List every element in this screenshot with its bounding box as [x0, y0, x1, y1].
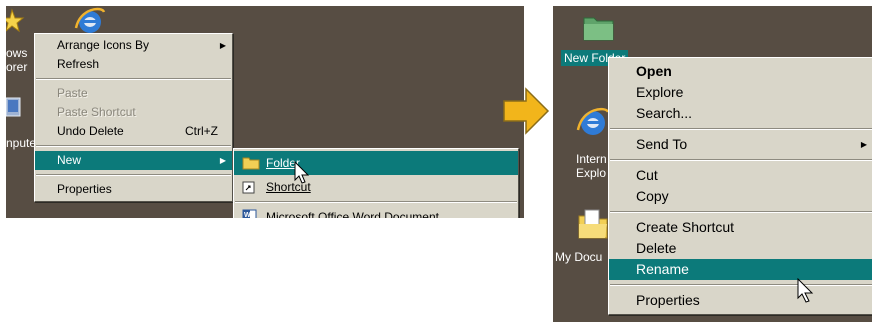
menu-item-folder[interactable]: Folder: [234, 151, 518, 175]
desktop-context-menu: Arrange Icons By ▶ Refresh Paste Paste S…: [34, 33, 233, 202]
menu-item-delete[interactable]: Delete: [609, 238, 872, 259]
menu-item-cut[interactable]: Cut: [609, 165, 872, 186]
folder-icon[interactable]: [582, 10, 616, 44]
word-document-icon: W: [242, 209, 257, 218]
internet-explorer-icon[interactable]: [72, 6, 108, 36]
menu-separator: [610, 284, 872, 286]
menu-item-paste-shortcut: Paste Shortcut: [57, 105, 136, 119]
menu-item-copy[interactable]: Copy: [609, 186, 872, 207]
menu-item-create-shortcut[interactable]: Create Shortcut: [609, 217, 872, 238]
menu-item-undo-delete[interactable]: Undo Delete Ctrl+Z: [35, 122, 232, 141]
star-icon[interactable]: [6, 8, 26, 34]
menu-item-explore[interactable]: Explore: [609, 82, 872, 103]
menu-item-properties[interactable]: Properties: [609, 290, 872, 311]
menu-item-search[interactable]: Search...: [609, 103, 872, 124]
menu-item-open[interactable]: Open: [609, 61, 872, 82]
shortcut-key: Ctrl+Z: [185, 124, 218, 138]
desktop-icon-label: ows: [6, 46, 28, 60]
menu-separator: [36, 145, 231, 147]
menu-item-new[interactable]: New ▶: [35, 151, 232, 170]
menu-separator: [36, 174, 231, 176]
menu-separator: [235, 201, 517, 203]
menu-item-word-document[interactable]: W Microsoft Office Word Document: [234, 205, 518, 218]
menu-separator: [610, 211, 872, 213]
menu-separator: [610, 128, 872, 130]
folder-icon: [242, 157, 260, 170]
mouse-cursor-icon: [797, 278, 814, 303]
desktop-icon-label: orer: [6, 60, 28, 74]
menu-separator: [36, 78, 231, 80]
shortcut-icon: [242, 181, 255, 194]
mouse-cursor-icon: [294, 161, 310, 184]
menu-item-refresh[interactable]: Refresh: [35, 55, 232, 74]
submenu-arrow-icon: ▶: [219, 41, 226, 50]
internet-explorer-icon[interactable]: [575, 104, 611, 140]
ie-label: Explo: [576, 166, 607, 180]
folder-context-menu: Open Explore Search... Send To ▶ Cut Cop…: [608, 57, 872, 315]
my-documents-label: My Docu: [555, 250, 603, 264]
menu-item-paste: Paste: [57, 86, 88, 100]
menu-item-shortcut[interactable]: Shortcut: [234, 175, 518, 199]
submenu-arrow-icon: ▶: [219, 156, 226, 165]
right-desktop: New Folder Intern Explo My Docu Open Exp…: [553, 6, 872, 322]
menu-item-properties[interactable]: Properties: [35, 180, 232, 199]
arrow-right-icon: [503, 87, 550, 135]
menu-item-send-to[interactable]: Send To ▶: [609, 134, 872, 155]
menu-item-rename[interactable]: Rename: [609, 259, 872, 280]
submenu-arrow-icon: ▶: [860, 140, 867, 149]
menu-separator: [610, 159, 872, 161]
my-documents-icon[interactable]: [577, 206, 611, 242]
ie-label: Intern: [576, 152, 607, 166]
menu-item-arrange-icons-by[interactable]: Arrange Icons By ▶: [35, 36, 232, 55]
left-desktop: ows orer nputer Arrange Icons By ▶ Refre…: [6, 6, 524, 218]
new-submenu: Folder Shortcut W Microsoft Office Word …: [233, 148, 519, 218]
svg-text:W: W: [244, 212, 251, 218]
computer-icon[interactable]: [6, 96, 26, 122]
